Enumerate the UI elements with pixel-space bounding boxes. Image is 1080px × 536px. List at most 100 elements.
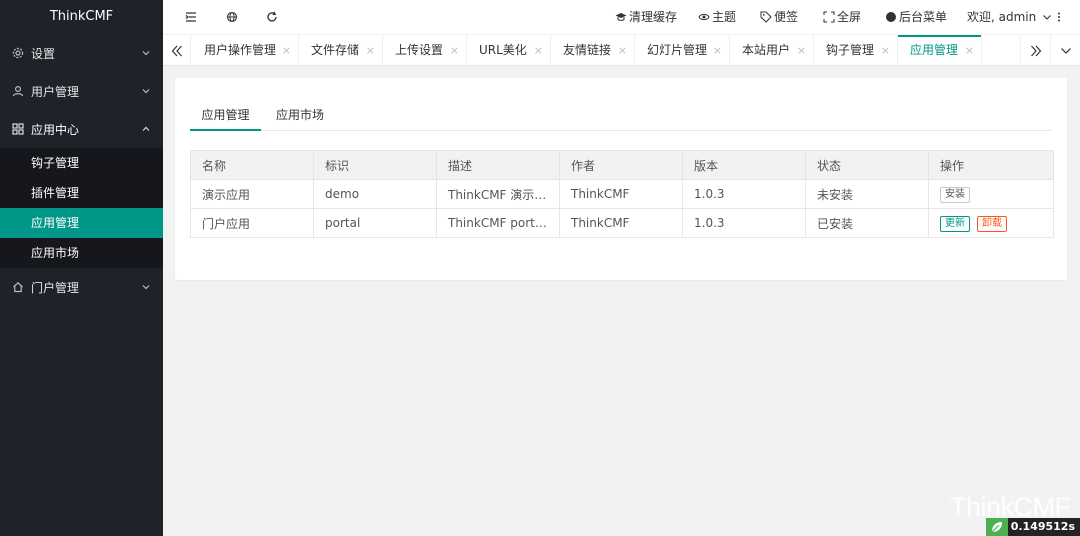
- cell-version: 1.0.3: [682, 179, 806, 209]
- close-icon[interactable]: ×: [797, 35, 806, 66]
- user-menu-button[interactable]: 欢迎, admin: [967, 0, 1053, 34]
- debug-trace-bar[interactable]: 0.149512s: [985, 518, 1080, 536]
- clear-cache-button[interactable]: 清理缓存: [615, 0, 677, 34]
- cell-author: ThinkCMF: [559, 208, 683, 238]
- tab-label: 幻灯片管理: [647, 43, 708, 57]
- tabs-scroll-right-button[interactable]: [1020, 35, 1050, 66]
- tab-user-action-management[interactable]: 用户操作管理 ×: [192, 35, 299, 66]
- tab-app-management[interactable]: 应用管理 ×: [898, 35, 982, 66]
- close-icon[interactable]: ×: [366, 35, 375, 66]
- tabs-menu-button[interactable]: [1050, 35, 1080, 66]
- nav-settings[interactable]: 设置: [0, 34, 163, 72]
- col-header-desc: 描述: [436, 150, 560, 180]
- cell-author: ThinkCMF: [559, 179, 683, 209]
- more-vertical-icon[interactable]: [1052, 10, 1066, 24]
- nav-users[interactable]: 用户管理: [0, 72, 163, 110]
- chevron-down-icon: [1060, 47, 1071, 54]
- sidebar-item-hooks[interactable]: 钩子管理: [0, 148, 163, 178]
- col-header-id: 标识: [313, 150, 437, 180]
- cell-name: 演示应用: [190, 179, 314, 209]
- tab-app-management-content[interactable]: 应用管理: [190, 102, 261, 131]
- theme-button[interactable]: 主题: [698, 0, 736, 34]
- table-header-row: 名称 标识 描述 作者 版本 状态 操作: [190, 150, 1054, 180]
- tab-friend-links[interactable]: 友情链接 ×: [551, 35, 635, 66]
- sidebar-item-app-market[interactable]: 应用市场: [0, 238, 163, 268]
- nav-settings-label: 设置: [31, 46, 56, 61]
- home-icon: [13, 281, 23, 293]
- sidebar-item-plugins[interactable]: 插件管理: [0, 178, 163, 208]
- double-chevron-left-icon: [171, 45, 182, 56]
- table-row: 演示应用 demo ThinkCMF 演示应用 ThinkCMF 1.0.3 未…: [190, 179, 1054, 209]
- content-tabs: 应用管理 应用市场: [190, 102, 1052, 131]
- apps-table: 名称 标识 描述 作者 版本 状态 操作 演示应用 demo ThinkCMF …: [190, 150, 1054, 238]
- globe-icon: [886, 12, 896, 22]
- admin-menu-button[interactable]: 后台菜单: [885, 0, 947, 34]
- close-icon[interactable]: ×: [881, 35, 890, 66]
- chevron-down-icon: [142, 285, 150, 290]
- content-card: 应用管理 应用市场 名称 标识 描述 作者 版本 状态 操作 演示应用 demo…: [175, 78, 1067, 280]
- notes-button[interactable]: 便签: [760, 0, 798, 34]
- tabs-scroll-left-button[interactable]: [163, 35, 191, 66]
- cell-status: 已安装: [805, 208, 929, 238]
- admin-menu-label: 后台菜单: [899, 10, 948, 24]
- cell-id: demo: [313, 179, 437, 209]
- gear-icon: [12, 47, 24, 59]
- tab-hook-management[interactable]: 钩子管理 ×: [814, 35, 898, 66]
- table-row: 门户应用 portal ThinkCMF portal... ThinkCMF …: [190, 208, 1054, 238]
- install-button[interactable]: 安装: [940, 186, 970, 203]
- tab-slide-management[interactable]: 幻灯片管理 ×: [635, 35, 730, 66]
- col-header-name: 名称: [190, 150, 314, 180]
- close-icon[interactable]: ×: [282, 35, 291, 66]
- tab-file-storage[interactable]: 文件存储 ×: [299, 35, 383, 66]
- user-icon: [12, 85, 24, 97]
- chevron-down-icon: [142, 51, 150, 56]
- cell-actions: 安装: [928, 179, 1054, 209]
- fullscreen-icon: [823, 11, 835, 23]
- tab-label: 文件存储: [311, 43, 360, 57]
- tab-label: 钩子管理: [826, 43, 875, 57]
- col-header-actions: 操作: [928, 150, 1054, 180]
- cell-actions: 更新 卸载: [928, 208, 1054, 238]
- update-button[interactable]: 更新: [940, 215, 970, 232]
- close-icon[interactable]: ×: [450, 35, 459, 66]
- sidebar-item-app-management[interactable]: 应用管理: [0, 208, 163, 238]
- globe-icon[interactable]: [225, 10, 239, 24]
- uninstall-button[interactable]: 卸载: [977, 215, 1007, 232]
- refresh-icon[interactable]: [265, 10, 279, 24]
- tab-label: 应用管理: [910, 43, 959, 57]
- cell-id: portal: [313, 208, 437, 238]
- col-header-version: 版本: [682, 150, 806, 180]
- app-center-submenu: 钩子管理 插件管理 应用管理 应用市场: [0, 148, 163, 268]
- tab-label: 本站用户: [742, 43, 791, 57]
- fullscreen-button[interactable]: 全屏: [823, 0, 861, 34]
- fullscreen-label: 全屏: [837, 10, 862, 24]
- close-icon[interactable]: ×: [713, 35, 722, 66]
- tab-url-rewrite[interactable]: URL美化 ×: [467, 35, 551, 66]
- tag-icon: [760, 11, 772, 23]
- close-icon[interactable]: ×: [965, 35, 974, 66]
- menu-toggle-icon[interactable]: [184, 10, 198, 24]
- tab-upload-settings[interactable]: 上传设置 ×: [383, 35, 467, 66]
- cell-version: 1.0.3: [682, 208, 806, 238]
- close-icon[interactable]: ×: [618, 35, 627, 66]
- tab-app-market-content[interactable]: 应用市场: [276, 102, 324, 131]
- notes-label: 便签: [774, 10, 799, 24]
- double-chevron-right-icon: [1030, 45, 1041, 56]
- apps-icon: [12, 123, 24, 135]
- leaf-icon: [985, 518, 1008, 536]
- nav-portal-label: 门户管理: [31, 280, 80, 295]
- cell-desc: ThinkCMF 演示应用: [436, 179, 560, 209]
- welcome-label: 欢迎, admin: [967, 10, 1037, 24]
- logo[interactable]: ThinkCMF: [0, 0, 163, 34]
- nav-portal[interactable]: 门户管理: [0, 268, 163, 306]
- close-icon[interactable]: ×: [534, 35, 543, 66]
- tab-label: URL美化: [479, 43, 527, 57]
- col-header-author: 作者: [559, 150, 683, 180]
- cell-desc: ThinkCMF portal...: [436, 208, 560, 238]
- chevron-down-icon: [142, 89, 150, 94]
- eye-icon: [698, 13, 710, 21]
- nav-app-center[interactable]: 应用中心: [0, 110, 163, 148]
- tab-site-users[interactable]: 本站用户 ×: [730, 35, 814, 66]
- cell-name: 门户应用: [190, 208, 314, 238]
- nav-app-center-label: 应用中心: [31, 122, 80, 137]
